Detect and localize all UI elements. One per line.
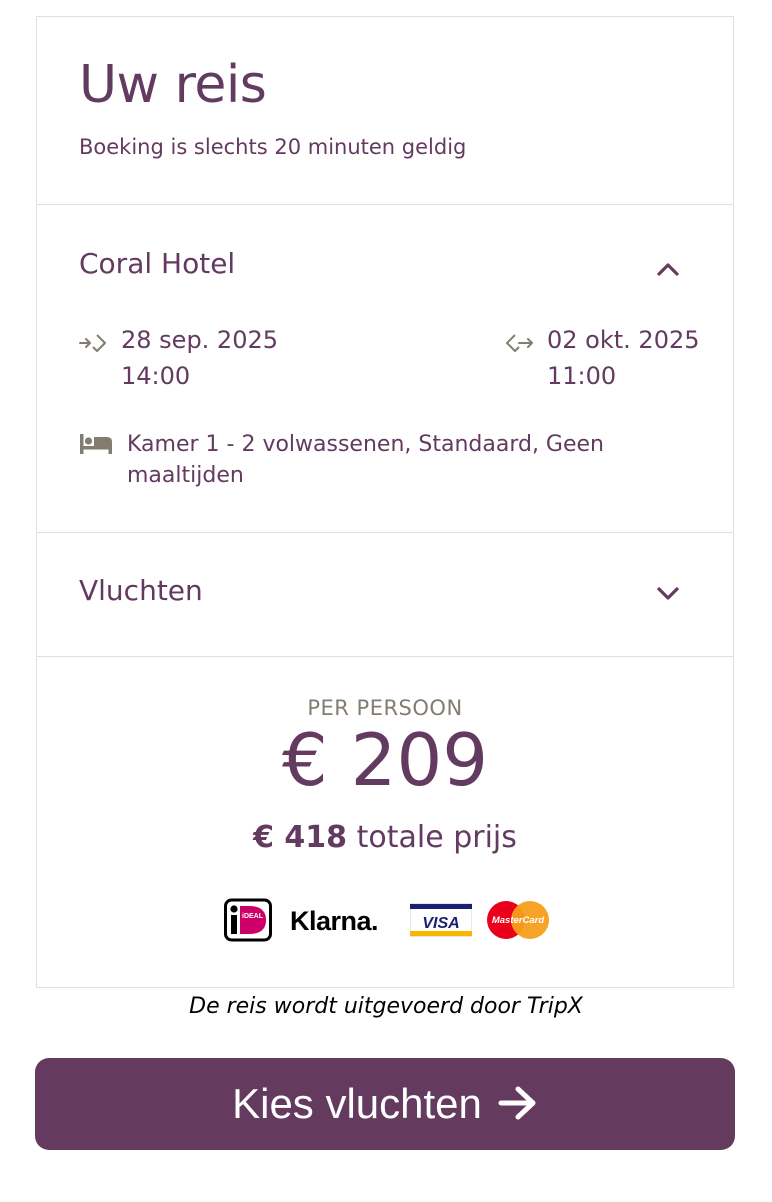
checkout-icon xyxy=(505,328,535,364)
total-price-label: totale prijs xyxy=(356,820,517,855)
checkin-icon xyxy=(79,328,107,364)
hotel-name: Coral Hotel xyxy=(79,247,236,280)
mastercard-logo-text: MasterCard xyxy=(492,915,544,926)
checkin-date: 28 sep. 2025 xyxy=(121,326,279,354)
checkout-time: 11:00 xyxy=(547,362,617,390)
operator-note: De reis wordt uitgevoerd door TripX xyxy=(189,994,583,1019)
checkin-time: 14:00 xyxy=(121,362,191,390)
visa-logo: VISA xyxy=(410,903,472,937)
ideal-logo-text: iDEAL xyxy=(242,913,264,920)
choose-flights-button[interactable]: Kies vluchten xyxy=(35,1058,735,1150)
trip-summary-card: Uw reis Boeking is slechts 20 minuten ge… xyxy=(36,16,734,988)
total-price-amount: € 418 xyxy=(253,820,348,855)
booking-validity-note: Boeking is slechts 20 minuten geldig xyxy=(79,135,467,159)
klarna-logo: Klarna. xyxy=(290,906,379,936)
visa-logo-text: VISA xyxy=(422,915,459,932)
flights-label: Vluchten xyxy=(79,574,203,607)
ideal-logo: iDEAL xyxy=(224,898,272,942)
trip-header: Uw reis Boeking is slechts 20 minuten ge… xyxy=(37,17,733,205)
payment-methods: iDEAL Klarna. VISA MasterCard xyxy=(224,898,554,942)
chevron-down-icon[interactable] xyxy=(655,580,681,606)
bed-icon xyxy=(79,433,113,459)
klarna-logo-text: Klarna. xyxy=(290,906,378,936)
room-description: Kamer 1 - 2 volwassenen, Standaard, Geen… xyxy=(127,432,604,488)
page-title: Uw reis xyxy=(79,55,267,115)
price-section: PER PERSOON € 209 € 418 totale prijs iDE… xyxy=(37,656,733,988)
chevron-up-icon[interactable] xyxy=(655,256,681,282)
hotel-section: Coral Hotel 28 sep. 2025 14:00 02 okt. 2… xyxy=(37,204,733,533)
choose-flights-label: Kies vluchten xyxy=(232,1080,482,1127)
total-price: € 418 totale prijs xyxy=(37,820,733,855)
mastercard-logo: MasterCard xyxy=(487,901,549,939)
room-details: Kamer 1 - 2 volwassenen, Standaard, Geen… xyxy=(79,429,679,499)
checkout-date: 02 okt. 2025 xyxy=(547,326,700,354)
per-person-price: € 209 xyxy=(281,718,489,802)
flights-section[interactable]: Vluchten xyxy=(37,532,733,657)
per-person-label: PER PERSOON xyxy=(307,696,463,720)
arrow-right-icon xyxy=(498,1085,538,1124)
